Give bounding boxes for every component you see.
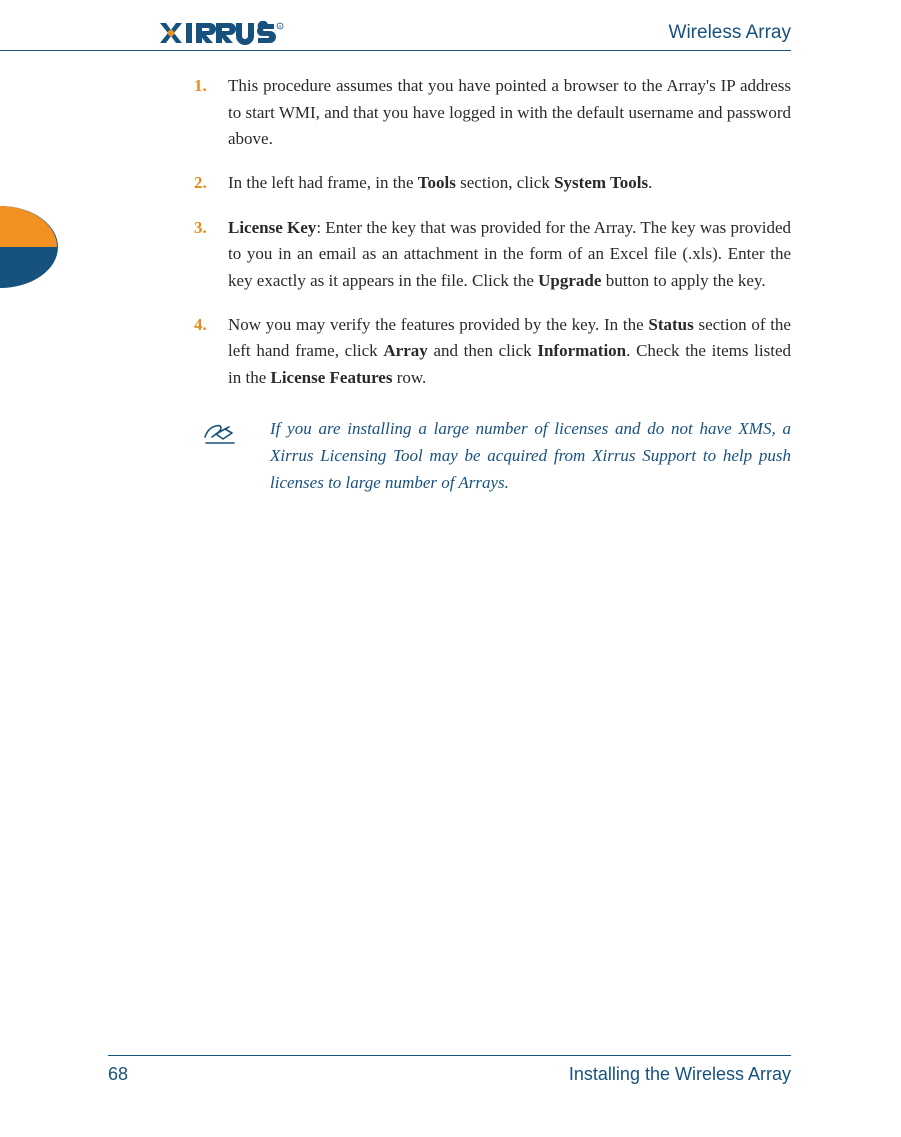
step-number: 4. [194,312,207,338]
step-1: 1. This procedure assumes that you have … [194,73,791,152]
product-name: Wireless Array [669,18,791,47]
step-text: Now you may verify the features provided… [228,315,791,387]
step-text: In the left had frame, in the Tools sect… [228,173,652,192]
step-4: 4. Now you may verify the features provi… [194,312,791,391]
page-number: 68 [108,1061,128,1089]
side-tab-decoration [0,206,58,288]
step-2: 2. In the left had frame, in the Tools s… [194,170,791,196]
procedure-list: 1. This procedure assumes that you have … [194,73,791,390]
xirrus-logo: R [158,21,298,45]
note-callout: If you are installing a large number of … [194,415,791,497]
section-title: Installing the Wireless Array [569,1061,791,1089]
step-number: 3. [194,215,207,241]
note-text: If you are installing a large number of … [270,415,791,497]
step-3: 3. License Key: Enter the key that was p… [194,215,791,294]
step-text: This procedure assumes that you have poi… [228,76,791,148]
hand-writing-icon [202,419,238,455]
step-text: License Key: Enter the key that was prov… [228,218,791,290]
svg-text:R: R [279,24,282,29]
step-number: 2. [194,170,207,196]
step-number: 1. [194,73,207,99]
